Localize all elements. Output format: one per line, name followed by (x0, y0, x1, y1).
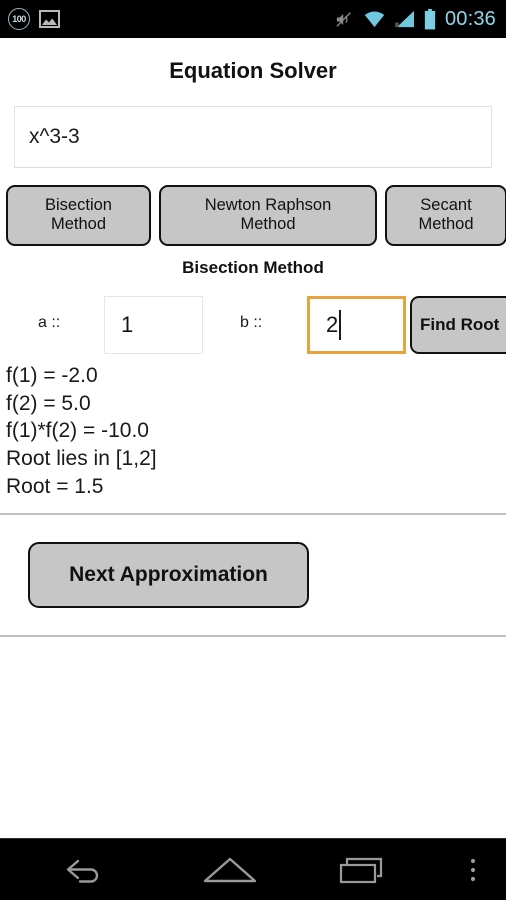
back-icon (66, 859, 99, 883)
equation-input[interactable]: x^3-3 (14, 106, 492, 168)
status-bar-left: 100 (8, 8, 60, 30)
status-bar: 100 00:36 (0, 0, 506, 38)
result-line: f(2) = 5.0 (6, 391, 91, 415)
battery-icon (424, 8, 436, 29)
result-line: Root = 1.5 (6, 474, 104, 498)
result-line: f(1)*f(2) = -10.0 (6, 419, 149, 443)
text-caret (339, 309, 341, 340)
battery-100-badge: 100 (8, 8, 30, 30)
mute-icon (336, 11, 351, 27)
android-nav-bar (0, 838, 506, 900)
wifi-icon (364, 11, 385, 28)
next-approximation-button[interactable]: Next Approximation (28, 541, 309, 608)
divider-bottom (0, 634, 506, 637)
bisection-method-button[interactable]: Bisection Method (6, 185, 151, 246)
b-input-value: 2 (326, 311, 339, 337)
equation-input-value: x^3-3 (29, 125, 80, 148)
b-label: b :: (240, 313, 263, 331)
results-panel: f(1) = -2.0 f(2) = 5.0 f(1)*f(2) = -10.0… (0, 362, 506, 501)
signal-icon (395, 10, 414, 28)
secant-method-button[interactable]: Secant Method (385, 185, 506, 246)
status-bar-right: 00:36 (334, 7, 496, 30)
a-input[interactable]: 1 (104, 295, 203, 354)
b-input[interactable]: 2 (307, 295, 406, 354)
phone-screen: 100 00:36 Equation Solver x^3-3 Bisectio… (0, 0, 506, 900)
a-input-value: 1 (121, 311, 134, 337)
nav-overflow-menu-button[interactable] (440, 839, 506, 900)
result-line: f(1) = -2.0 (6, 363, 98, 387)
home-icon (203, 857, 257, 882)
nav-recents-button[interactable] (290, 839, 440, 900)
result-line: Root lies in [1,2] (6, 447, 157, 471)
page-title: Equation Solver (169, 58, 337, 83)
nav-back-button[interactable] (0, 839, 170, 900)
a-label: a :: (38, 313, 61, 331)
section-title: Bisection Method (182, 257, 324, 277)
method-selector: Bisection Method Newton Raphson Method S… (6, 185, 506, 246)
app-content: Equation Solver x^3-3 Bisection Method N… (0, 38, 506, 838)
status-clock: 00:36 (444, 7, 496, 30)
overflow-menu-icon (470, 858, 476, 881)
next-approximation-zone: Next Approximation (0, 515, 506, 635)
recents-icon (339, 857, 383, 883)
newton-raphson-method-button[interactable]: Newton Raphson Method (159, 185, 377, 246)
nav-home-button[interactable] (170, 839, 290, 900)
gallery-icon (39, 10, 60, 28)
find-root-button[interactable]: Find Root (410, 295, 506, 354)
bounds-row: a :: 1 b :: 2 Find Root (0, 286, 506, 358)
